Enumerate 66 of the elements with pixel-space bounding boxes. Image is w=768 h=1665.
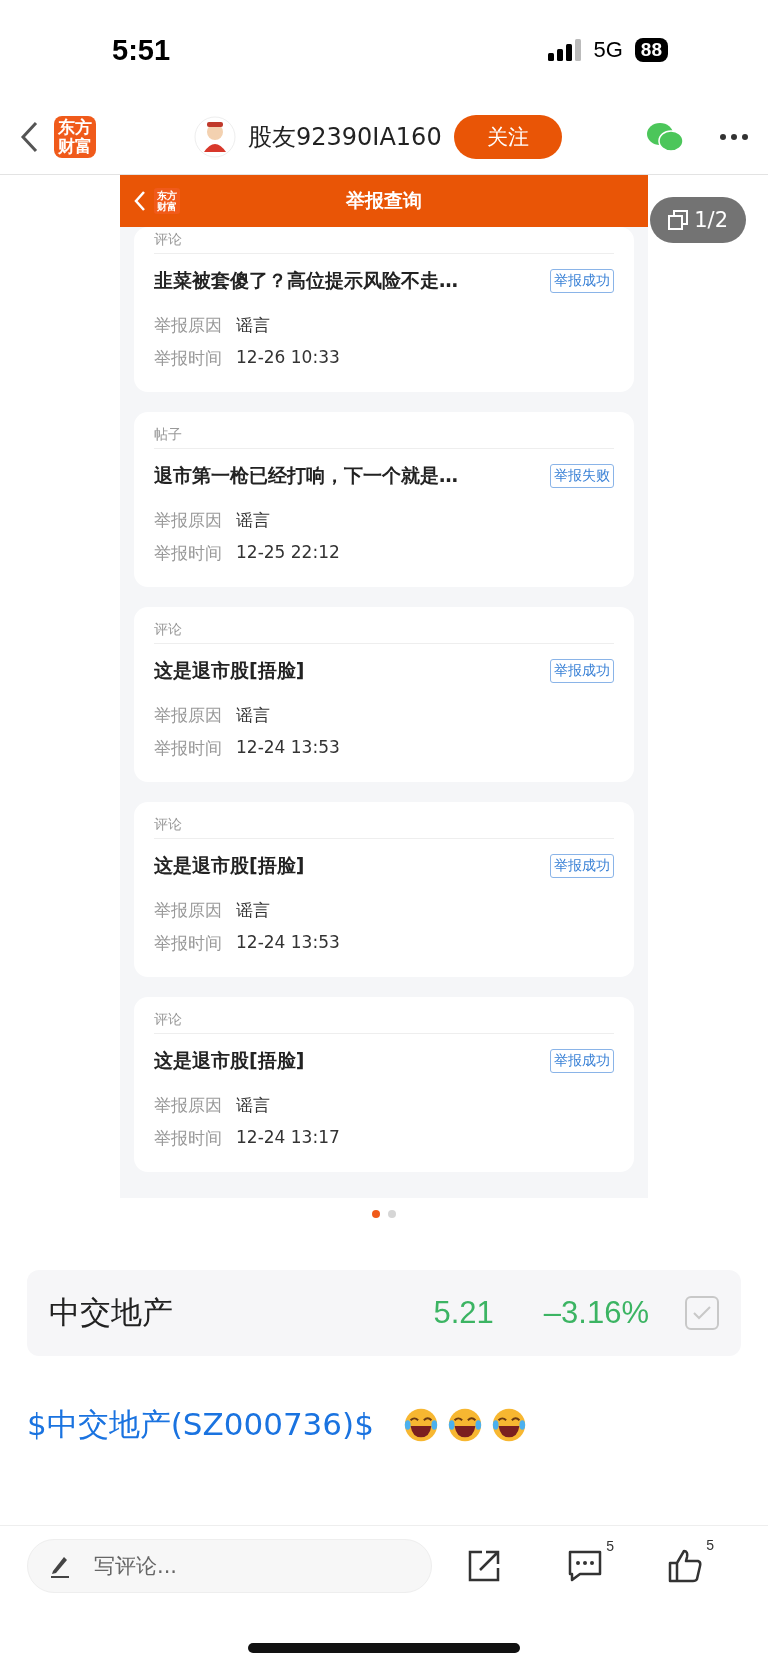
avatar-icon bbox=[194, 116, 236, 158]
report-title: 退市第一枪已经打响，下一个就是… bbox=[154, 463, 458, 488]
report-type: 评论 bbox=[154, 816, 614, 839]
report-time: 12-24 13:53 bbox=[236, 932, 340, 954]
comment-icon bbox=[568, 1549, 602, 1582]
check-icon[interactable] bbox=[685, 1296, 719, 1330]
report-type: 帖子 bbox=[154, 426, 614, 449]
like-count: 5 bbox=[706, 1536, 714, 1553]
report-title: 这是退市股[捂脸] bbox=[154, 1048, 305, 1073]
follow-button[interactable]: 关注 bbox=[453, 115, 562, 159]
screenshot-title: 举报查询 bbox=[346, 188, 422, 213]
field-label: 举报时间 bbox=[154, 347, 222, 370]
report-reason: 谣言 bbox=[236, 704, 270, 727]
report-status: 举报失败 bbox=[550, 464, 614, 488]
page-dot[interactable] bbox=[388, 1210, 396, 1218]
share-icon bbox=[468, 1549, 500, 1582]
thumbs-up-icon bbox=[668, 1548, 702, 1583]
back-icon bbox=[134, 190, 146, 212]
report-type: 评论 bbox=[154, 231, 614, 254]
pages-icon bbox=[668, 210, 689, 230]
stock-name: 中交地产 bbox=[49, 1293, 173, 1332]
report-title: 韭菜被套傻了？高位提示风险不走… bbox=[154, 268, 458, 293]
field-label: 举报时间 bbox=[154, 737, 222, 760]
field-label: 举报原因 bbox=[154, 704, 222, 727]
username: 股友92390IA160 bbox=[248, 122, 442, 153]
comment-count: 5 bbox=[606, 1537, 614, 1554]
stock-change: –3.16% bbox=[543, 1295, 649, 1331]
report-status: 举报成功 bbox=[550, 854, 614, 878]
report-reason: 谣言 bbox=[236, 314, 270, 337]
share-button[interactable] bbox=[468, 1549, 500, 1582]
report-status: 举报成功 bbox=[550, 1049, 614, 1073]
signal-icon bbox=[547, 39, 582, 61]
stock-card[interactable]: 中交地产 5.21 –3.16% bbox=[27, 1270, 741, 1356]
report-time: 12-25 22:12 bbox=[236, 542, 340, 564]
field-label: 举报原因 bbox=[154, 1094, 222, 1117]
report-time: 12-24 13:17 bbox=[236, 1127, 340, 1149]
report-time: 12-26 10:33 bbox=[236, 347, 340, 369]
network-label: 5G bbox=[593, 37, 623, 63]
comment-field[interactable]: 写评论... bbox=[27, 1538, 432, 1593]
report-reason: 谣言 bbox=[236, 1094, 270, 1117]
field-label: 举报时间 bbox=[154, 932, 222, 955]
report-type: 评论 bbox=[154, 1011, 614, 1034]
counter-text: 1/2 bbox=[694, 208, 728, 232]
more-icon[interactable] bbox=[720, 134, 748, 140]
page-dot[interactable] bbox=[372, 1210, 380, 1218]
wechat-icon[interactable] bbox=[646, 122, 684, 152]
field-label: 举报原因 bbox=[154, 509, 222, 532]
report-time: 12-24 13:53 bbox=[236, 737, 340, 759]
app-logo: 东方财富 bbox=[154, 188, 180, 214]
report-reason: 谣言 bbox=[236, 509, 270, 532]
report-title: 这是退市股[捂脸] bbox=[154, 658, 305, 683]
field-label: 举报原因 bbox=[154, 899, 222, 922]
report-title: 这是退市股[捂脸] bbox=[154, 853, 305, 878]
stock-link[interactable]: $中交地产(SZ000736)$ bbox=[27, 1404, 374, 1446]
report-status: 举报成功 bbox=[550, 269, 614, 293]
app-logo: 东方财富 bbox=[54, 116, 96, 158]
back-icon[interactable] bbox=[20, 121, 38, 153]
report-reason: 谣言 bbox=[236, 899, 270, 922]
stock-price: 5.21 bbox=[433, 1295, 494, 1331]
status-time: 5:51 bbox=[112, 33, 171, 67]
field-label: 举报原因 bbox=[154, 314, 222, 337]
battery-level: 88 bbox=[634, 38, 668, 62]
report-status: 举报成功 bbox=[550, 659, 614, 683]
field-label: 举报时间 bbox=[154, 542, 222, 565]
field-label: 举报时间 bbox=[154, 1127, 222, 1150]
report-type: 评论 bbox=[154, 621, 614, 644]
